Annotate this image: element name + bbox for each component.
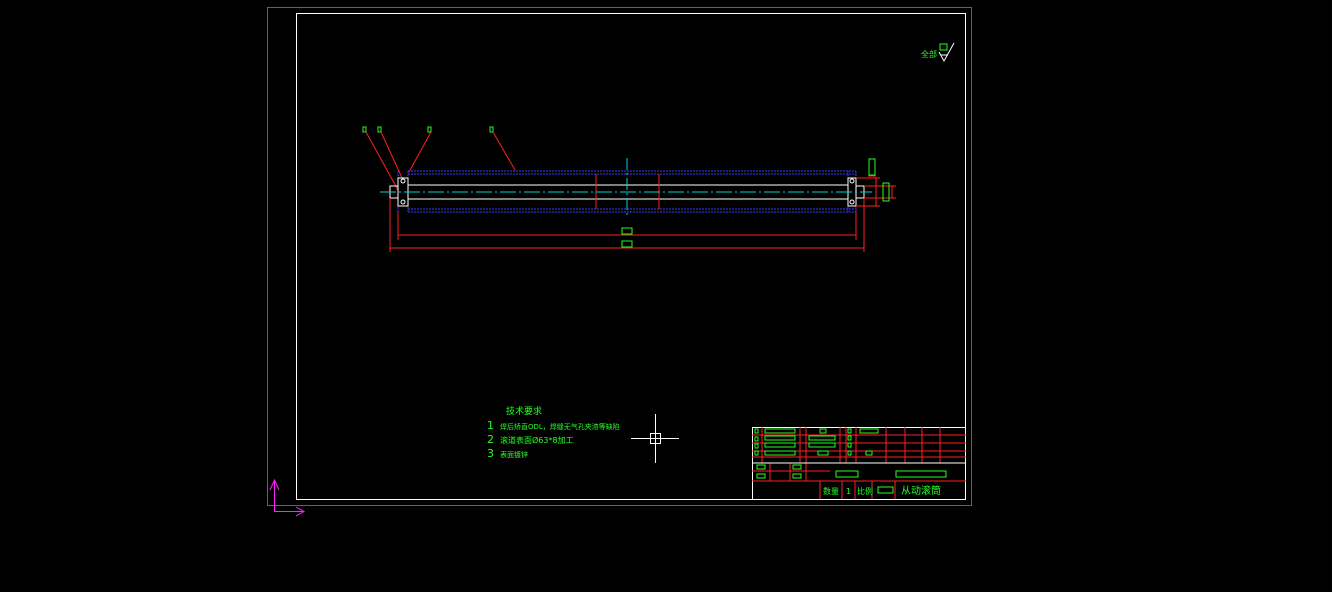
surface-finish-label: 全部	[921, 49, 937, 59]
dimensions	[389, 175, 896, 252]
callout-box-4	[489, 126, 494, 133]
quantity-value: 1	[846, 487, 851, 496]
tech-req-item-2-text: 滚道表面Ø63*8加工	[500, 435, 574, 445]
part-name: 从动滚筒	[901, 484, 941, 497]
surface-finish-note: 全部	[921, 42, 955, 63]
callout-box-2	[377, 126, 382, 133]
tech-req-item-3-text: 表面镀锌	[500, 450, 528, 459]
leader-lines	[365, 131, 516, 191]
dimension-values	[621, 158, 890, 248]
drawing-frame	[296, 13, 966, 500]
quantity-label: 数量	[823, 486, 839, 496]
tech-req-title: 技术要求	[506, 405, 542, 417]
part-callouts	[362, 126, 494, 133]
crosshair-cursor-icon	[631, 414, 679, 463]
roughness-symbol-icon	[938, 42, 955, 63]
title-block-fields	[754, 428, 947, 494]
callout-box-1	[362, 126, 367, 133]
title-block: 数量 1 比例 从动滚筒	[752, 427, 966, 500]
cad-drawing-canvas[interactable]: 全部 技术要求 1 焊后矫直ODL，焊缝无气孔夹渣等缺陷 2 滚道表面Ø63*8…	[0, 0, 1332, 592]
ucs-axis-icon	[269, 478, 306, 517]
tech-req-item-2-num: 2	[487, 433, 494, 446]
roller-assembly-view[interactable]	[362, 126, 896, 252]
tech-req-item-3-num: 3	[487, 447, 494, 460]
callout-box-3	[427, 126, 432, 133]
scale-label: 比例	[857, 486, 873, 496]
tech-req-item-1-num: 1	[487, 419, 494, 432]
technical-requirements: 技术要求 1 焊后矫直ODL，焊缝无气孔夹渣等缺陷 2 滚道表面Ø63*8加工 …	[487, 405, 620, 460]
tech-req-item-1-text: 焊后矫直ODL，焊缝无气孔夹渣等缺陷	[500, 422, 620, 431]
